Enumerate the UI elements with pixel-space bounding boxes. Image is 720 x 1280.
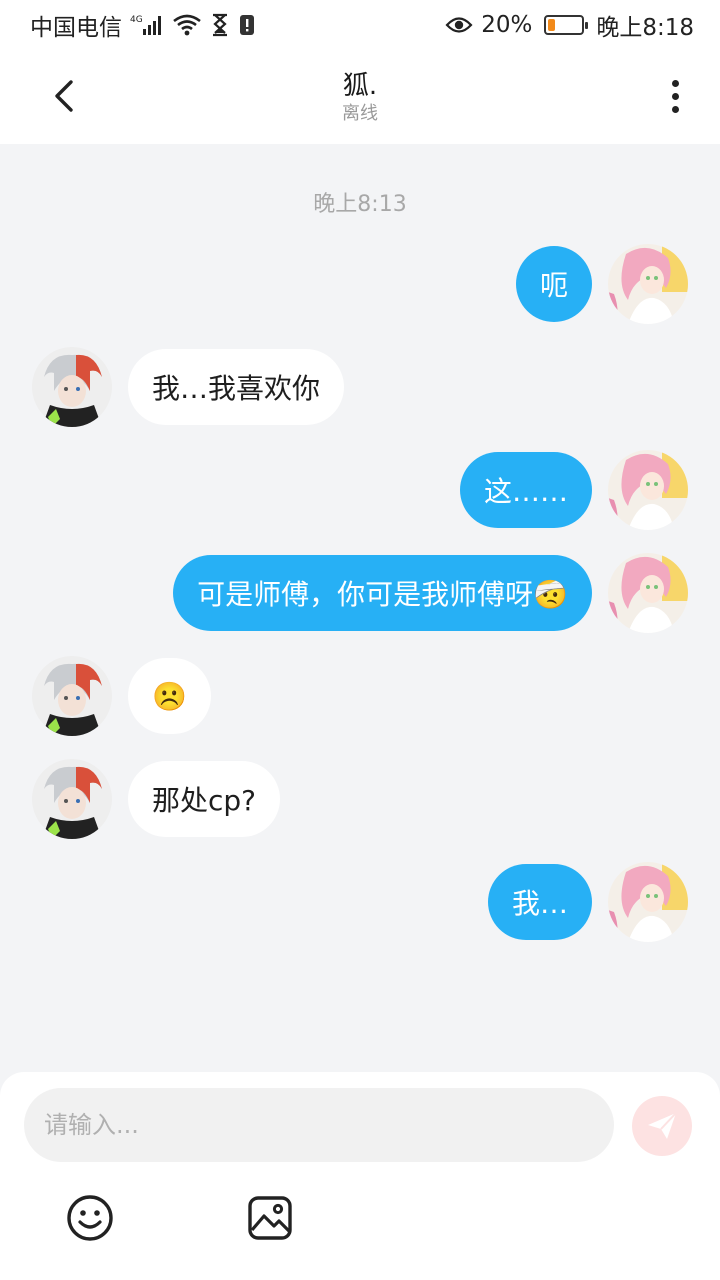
status-right: 20% 晚上8:18: [445, 8, 694, 42]
wifi-icon: [172, 13, 202, 37]
message-bubble[interactable]: 可是师傅，你可是我师傅呀🤕: [173, 555, 592, 631]
image-icon: [248, 1196, 292, 1240]
back-button[interactable]: [44, 76, 84, 116]
smiley-icon: [67, 1195, 113, 1241]
send-button[interactable]: [632, 1096, 692, 1156]
message-bubble[interactable]: 那处cp?: [128, 761, 281, 837]
chevron-left-icon: [55, 80, 73, 112]
status-left: 中国电信 4G: [30, 8, 256, 42]
message-input[interactable]: [24, 1088, 614, 1162]
message-row: 这……: [0, 450, 720, 530]
my-avatar[interactable]: [608, 862, 688, 942]
message-row: 我…: [0, 862, 720, 942]
contact-avatar[interactable]: [32, 656, 112, 736]
signal-icon: 4G: [130, 13, 164, 37]
message-list[interactable]: 晚上8:13 呃 我…我喜欢你 这…… 可是师傅，你可是我师傅呀🤕 ☹️ 那处c…: [0, 144, 720, 1072]
contact-avatar[interactable]: [32, 347, 112, 427]
carrier-label: 中国电信: [30, 15, 122, 41]
battery-level-fill: [548, 19, 555, 31]
more-options-button[interactable]: [660, 76, 690, 116]
image-button[interactable]: [246, 1194, 294, 1242]
message-row: 呃: [0, 244, 720, 324]
my-avatar[interactable]: [608, 553, 688, 633]
emoji-button[interactable]: [66, 1194, 114, 1242]
message-bubble[interactable]: ☹️: [128, 658, 211, 734]
message-row: 可是师傅，你可是我师傅呀🤕: [0, 553, 720, 633]
message-row: 那处cp?: [0, 759, 720, 839]
message-bubble[interactable]: 这……: [459, 452, 592, 528]
sim-alert-icon: [238, 13, 256, 37]
hourglass-icon: [210, 13, 230, 37]
title-block: 狐. 离线: [342, 69, 378, 125]
contact-avatar[interactable]: [32, 759, 112, 839]
chat-header: 狐. 离线: [0, 50, 720, 144]
eye-icon: [445, 14, 473, 36]
contact-name: 狐.: [342, 71, 378, 101]
message-row: 我…我喜欢你: [0, 347, 720, 427]
battery-percent: 20%: [481, 12, 533, 38]
status-bar: 中国电信 4G 20% 晚上8:18: [0, 0, 720, 50]
contact-status: 离线: [342, 103, 378, 124]
my-avatar[interactable]: [608, 450, 688, 530]
message-bubble[interactable]: 我…我喜欢你: [128, 349, 345, 425]
battery-icon: [544, 15, 589, 35]
message-bubble[interactable]: 呃: [515, 246, 592, 322]
more-vertical-icon: [671, 79, 679, 87]
clock: 晚上8:18: [596, 15, 694, 41]
network-type-label: 4G: [130, 15, 143, 25]
paper-plane-icon: [648, 1112, 677, 1139]
message-timestamp: 晚上8:13: [313, 192, 407, 217]
composer-panel: [0, 1072, 720, 1280]
my-avatar[interactable]: [608, 244, 688, 324]
message-bubble[interactable]: 我…: [487, 864, 592, 940]
message-row: ☹️: [0, 656, 720, 736]
